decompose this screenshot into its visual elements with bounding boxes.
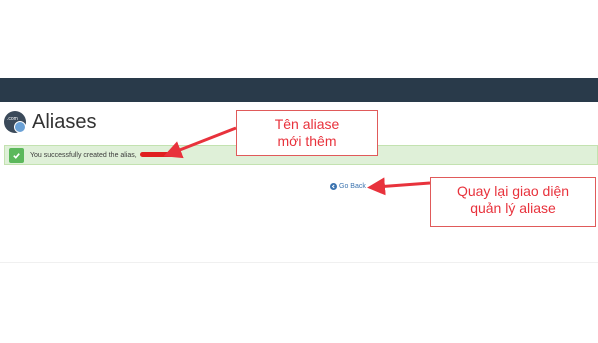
annotation-arrows [163, 126, 431, 196]
divider [0, 262, 598, 263]
arrow-to-go-back [367, 177, 431, 196]
arrow-to-alias [163, 126, 237, 159]
